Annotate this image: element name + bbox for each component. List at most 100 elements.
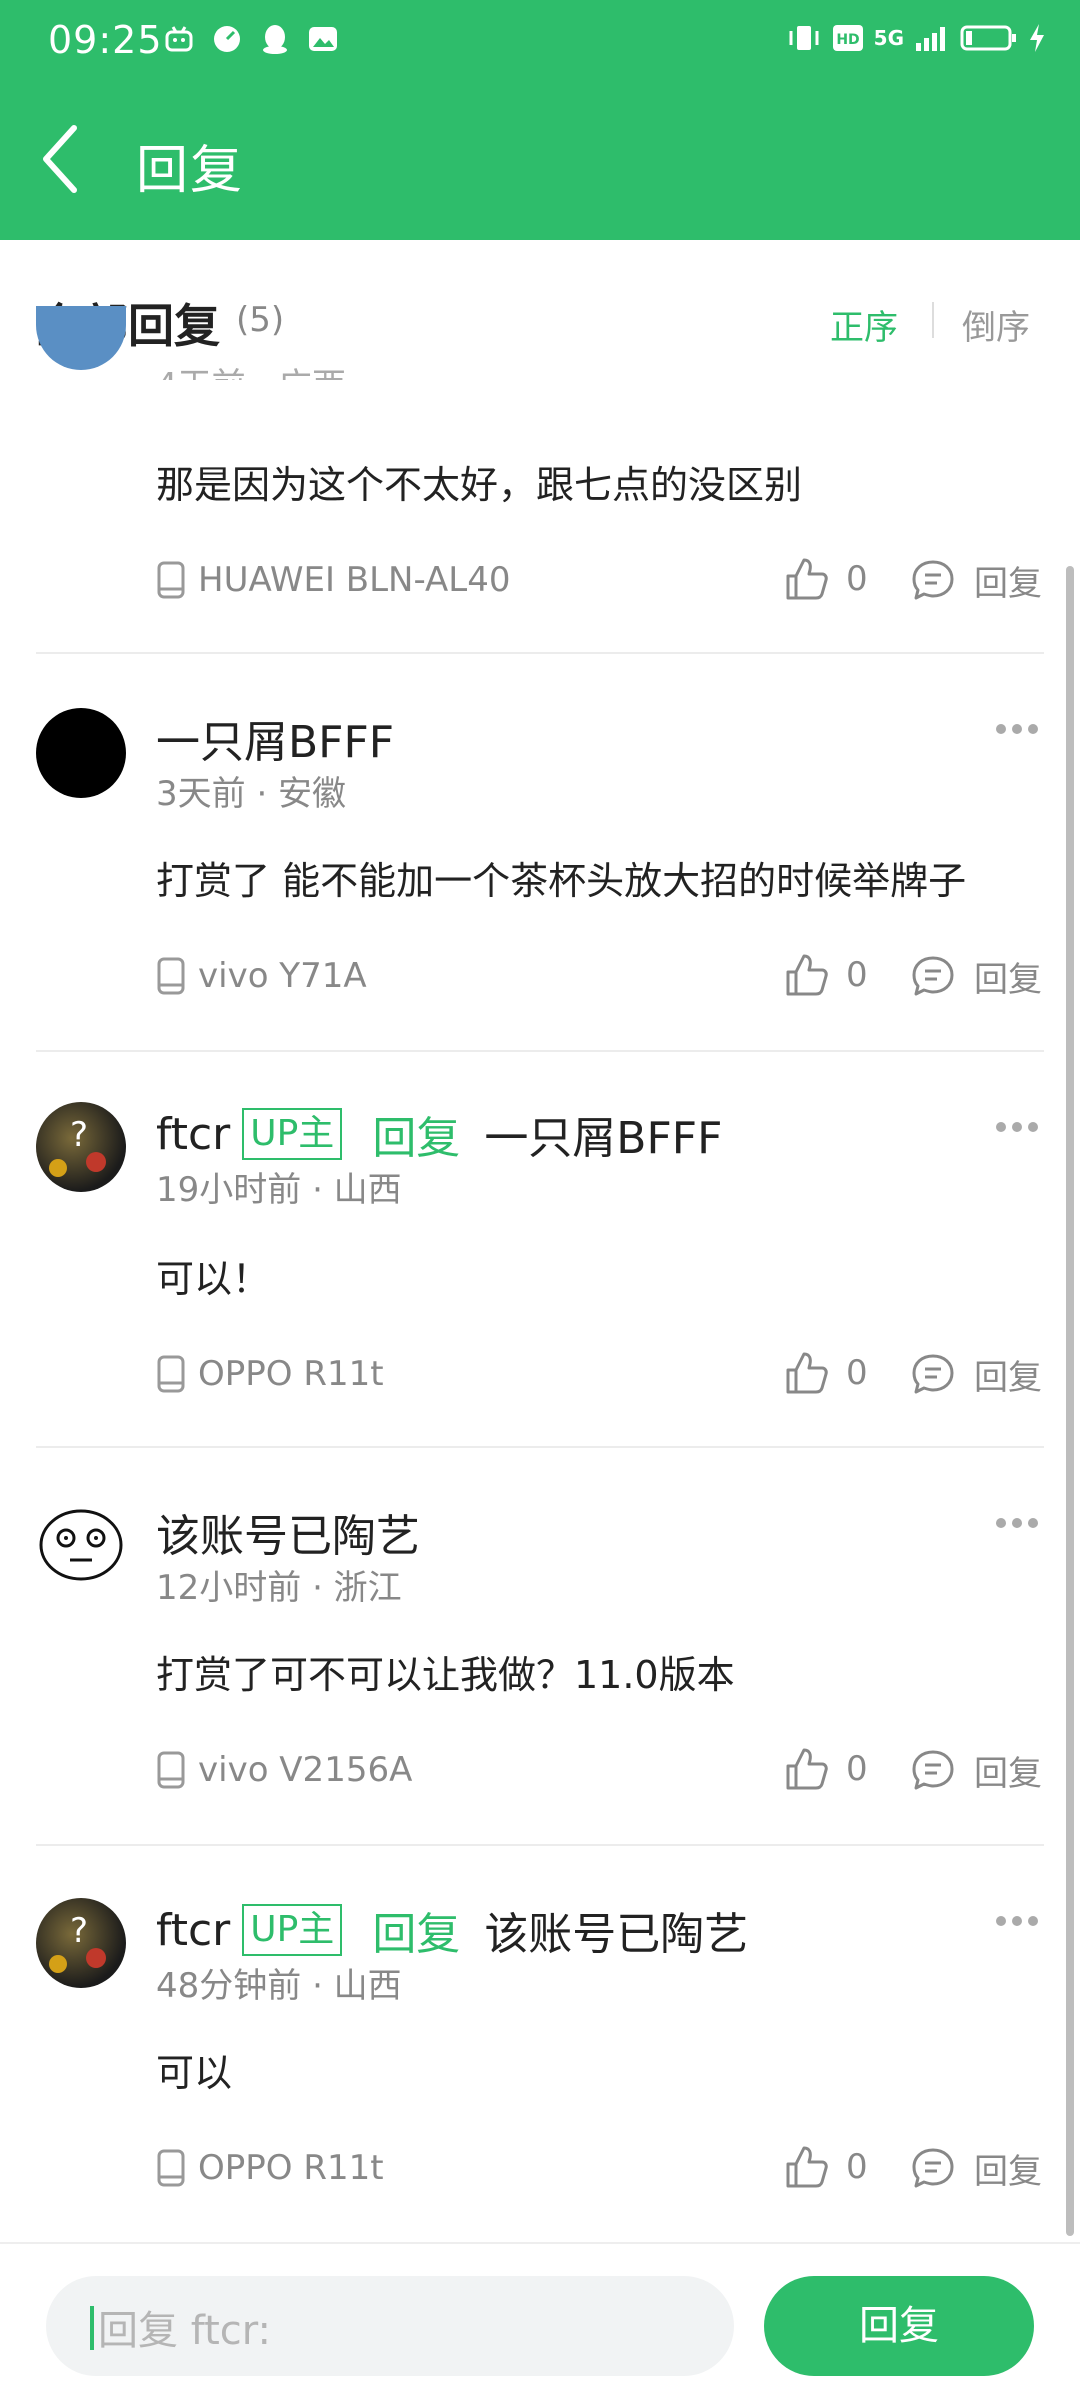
phone-icon	[157, 561, 185, 599]
avatar[interactable]	[36, 708, 126, 798]
reply-label: 回复	[974, 960, 1042, 1000]
replies-section-header: 全部回复 (5) 正序 倒序	[0, 240, 1080, 366]
comment-text: 可以！	[156, 1257, 271, 1301]
username[interactable]: 一只屑BFFF	[156, 706, 394, 770]
thumb-up-icon	[786, 2146, 828, 2188]
charging-icon	[1030, 24, 1044, 52]
like-count: 0	[846, 2147, 868, 2187]
comment-header: ftcr UP主 回复 该账号已陶艺	[156, 1898, 748, 1962]
page-title: 回复	[136, 141, 245, 201]
avatar[interactable]: ?	[36, 1102, 126, 1192]
comment-meta: 4天前 · 广西	[156, 358, 346, 380]
back-arrow-icon[interactable]	[40, 124, 80, 194]
hd-icon: HD	[832, 25, 863, 51]
up-badge: UP主	[242, 1108, 343, 1160]
username[interactable]: 该账号已陶艺	[156, 1500, 420, 1564]
avatar[interactable]: ?	[36, 1898, 126, 1988]
list-item: 该账号已陶艺 12小时前 · 浙江 打赏了可不可以让我做？11.0版本 vivo…	[0, 1448, 1080, 1846]
comment-bubble-icon	[912, 1354, 954, 1393]
reply-target-username[interactable]: 该账号已陶艺	[484, 1898, 748, 1962]
reply-indicator: 回复	[372, 1113, 461, 1164]
svg-text:HD: HD	[836, 32, 859, 48]
sort-ascending-tab[interactable]: 正序	[830, 300, 898, 349]
comment-text: 打赏了 能不能加一个茶杯头放大招的时候举牌子	[156, 859, 967, 903]
username[interactable]: ftcr	[156, 1109, 230, 1160]
avatar[interactable]	[36, 1500, 126, 1590]
device-info: OPPO R11t	[156, 2148, 384, 2188]
more-options-icon[interactable]	[996, 1518, 1040, 1530]
comment-footer: OPPO R11t 0 回复	[156, 2144, 1046, 2194]
reply-button[interactable]: 回复	[910, 952, 1042, 1001]
gallery-icon	[306, 22, 340, 56]
reply-button[interactable]: 回复	[910, 1350, 1042, 1399]
device-info: vivo V2156A	[156, 1750, 412, 1790]
comment-header: 该账号已陶艺	[156, 1500, 420, 1564]
list-item: ? ftcr UP主 回复 该账号已陶艺 48分钟前 · 山西 可以 OPPO …	[0, 1846, 1080, 2242]
list-item: 4天前 · 广西 那是因为这个不太好，跟七点的没区别 HUAWEI BLN-AL…	[0, 306, 1080, 656]
reply-button[interactable]: 回复	[910, 556, 1042, 605]
comment-footer: OPPO R11t 0 回复	[156, 1350, 1046, 1400]
more-options-icon[interactable]	[996, 724, 1040, 736]
device-name: HUAWEI BLN-AL40	[198, 560, 511, 600]
thumb-up-icon	[786, 954, 828, 996]
reply-indicator: 回复	[372, 1909, 461, 1960]
like-button[interactable]: 0	[784, 952, 868, 998]
thumb-up-icon	[786, 1748, 828, 1790]
reply-button[interactable]: 回复	[910, 2144, 1042, 2193]
sort-divider	[932, 302, 934, 338]
comment-meta: 48分钟前 · 山西	[156, 1966, 402, 2006]
list-item: ? ftcr UP主 回复 一只屑BFFF 19小时前 · 山西 可以！ OPP…	[0, 1052, 1080, 1448]
meme-face-icon	[39, 1509, 123, 1581]
svg-text:?: ?	[70, 1911, 88, 1951]
status-bar: 09:25 HD 5G	[0, 0, 1080, 84]
comment-header: 一只屑BFFF	[156, 706, 394, 770]
comment-header: ftcr UP主 回复 一只屑BFFF	[156, 1102, 722, 1166]
comment-bubble-icon	[912, 560, 954, 599]
comment-bubble-icon	[912, 1750, 954, 1789]
device-info: OPPO R11t	[156, 1354, 384, 1394]
reply-count: (5)	[236, 300, 285, 340]
comment-meta: 12小时前 · 浙江	[156, 1568, 402, 1608]
like-button[interactable]: 0	[784, 1746, 868, 1792]
more-options-icon[interactable]	[996, 1122, 1040, 1134]
more-options-icon[interactable]	[996, 1916, 1040, 1928]
comment-footer: vivo Y71A 0 回复	[156, 952, 1046, 1002]
comment-meta: 3天前 · 安徽	[156, 774, 347, 814]
battery-icon	[960, 25, 1016, 51]
list-item: 一只屑BFFF 3天前 · 安徽 打赏了 能不能加一个茶杯头放大招的时候举牌子 …	[0, 654, 1080, 1052]
comment-footer: vivo V2156A 0 回复	[156, 1746, 1046, 1796]
username[interactable]: ftcr	[156, 1905, 230, 1956]
scrollbar[interactable]	[1066, 566, 1074, 2236]
signal-icon	[916, 27, 945, 51]
up-badge: UP主	[242, 1904, 343, 1956]
like-count: 0	[846, 955, 868, 995]
comment-text: 那是因为这个不太好，跟七点的没区别	[156, 463, 803, 507]
sort-descending-tab[interactable]: 倒序	[962, 300, 1030, 349]
comment-footer: HUAWEI BLN-AL40 0 回复	[156, 556, 1046, 606]
like-button[interactable]: 0	[784, 1350, 868, 1396]
comment-text: 打赏了可不可以让我做？11.0版本	[156, 1653, 735, 1697]
like-count: 0	[846, 1353, 868, 1393]
comment-text: 可以	[156, 2051, 233, 2095]
nav-header: 回复	[0, 84, 1080, 240]
device-info: HUAWEI BLN-AL40	[156, 560, 510, 600]
avatar-art-icon: ?	[49, 1115, 106, 1177]
comment-bubble-icon	[912, 956, 954, 995]
device-name: OPPO R11t	[198, 2148, 384, 2188]
qq-icon	[258, 22, 292, 56]
reply-input[interactable]: 回复 ftcr:	[46, 2276, 734, 2376]
reply-label: 回复	[974, 1754, 1042, 1794]
reply-button[interactable]: 回复	[910, 1746, 1042, 1795]
phone-icon	[157, 2149, 185, 2187]
reply-label: 回复	[974, 564, 1042, 604]
device-name: vivo V2156A	[198, 1750, 413, 1790]
thumb-up-icon	[786, 1352, 828, 1394]
like-count: 0	[846, 1749, 868, 1789]
reply-target-username[interactable]: 一只屑BFFF	[484, 1102, 722, 1166]
like-count: 0	[846, 559, 868, 599]
system-icons: HD 5G	[786, 22, 1046, 54]
like-button[interactable]: 0	[784, 2144, 868, 2190]
thumb-up-icon	[786, 558, 828, 600]
send-reply-button[interactable]: 回复	[764, 2276, 1034, 2376]
like-button[interactable]: 0	[784, 556, 868, 602]
